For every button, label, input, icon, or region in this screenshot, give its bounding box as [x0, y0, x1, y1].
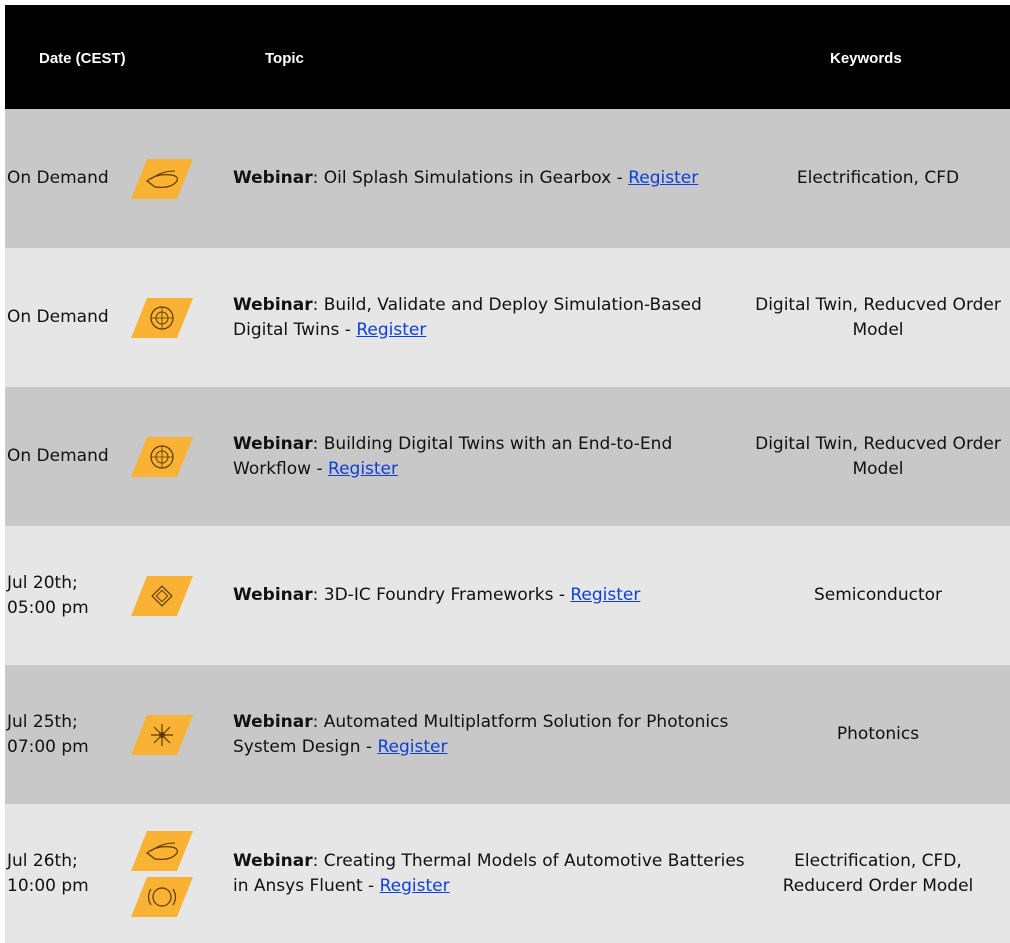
row-topic: Webinar: Building Digital Twins with an … — [233, 387, 753, 526]
gearbox-splash-icon — [131, 830, 193, 871]
topic-title: : 3D-IC Foundry Frameworks - — [312, 585, 571, 605]
table-row: On Demand Webinar: Building Digital Twins… — [5, 387, 1010, 526]
keywords-text: Digital Twin, Reducved Order Model — [755, 294, 1001, 340]
topic-type: Webinar — [233, 711, 313, 732]
register-link[interactable]: Register — [377, 737, 447, 757]
digital-twin-icon — [131, 297, 193, 338]
row-keywords: Photonics — [753, 665, 1003, 804]
row-icons — [131, 248, 201, 387]
topic-type: Webinar — [233, 168, 313, 188]
topic-type: Webinar — [233, 585, 313, 605]
row-keywords: Digital Twin, Reducved Order Model — [753, 248, 1003, 387]
row-icons — [131, 804, 201, 943]
row-topic: Webinar: Creating Thermal Models of Auto… — [233, 804, 753, 943]
row-date: On Demand — [7, 387, 109, 526]
row-date-line1: Jul 25th; — [7, 711, 78, 732]
keywords-text: Semiconductor — [813, 585, 943, 605]
row-icons — [131, 387, 201, 526]
header-keywords: Keywords — [830, 50, 902, 67]
row-keywords: Semiconductor — [753, 526, 1003, 665]
register-link[interactable]: Register — [570, 585, 640, 605]
keywords-text: Photonics — [836, 724, 920, 744]
row-icons — [131, 526, 201, 665]
row-topic: Webinar: Build, Validate and Deploy Simu… — [233, 248, 753, 387]
row-date-line2: 05:00 pm — [7, 597, 89, 618]
row-date-line1: On Demand — [7, 446, 109, 466]
register-link[interactable]: Register — [356, 320, 426, 340]
row-date: Jul 26th; 10:00 pm — [7, 804, 89, 943]
row-date-line2: 10:00 pm — [7, 875, 89, 896]
row-date-line1: Jul 20th; — [7, 572, 78, 593]
webinar-table: Date (CEST) Topic Keywords On Demand Webi… — [5, 5, 1010, 943]
keywords-text: Electrification, CFD, Reducerd Order Mod… — [782, 850, 974, 896]
row-keywords: Electrification, CFD — [753, 109, 1003, 248]
header-topic: Topic — [265, 50, 304, 67]
register-link[interactable]: Register — [628, 168, 698, 188]
row-keywords: Electrification, CFD, Reducerd Order Mod… — [753, 804, 1003, 943]
table-row: On Demand Webinar: Oil Splash Simulations… — [5, 109, 1010, 248]
row-date-line1: On Demand — [7, 307, 109, 327]
row-date-line1: Jul 26th; — [7, 850, 78, 871]
row-date: On Demand — [7, 248, 109, 387]
table-row: On Demand Webinar: Build, Validate and De… — [5, 248, 1010, 387]
table-row: Jul 25th; 07:00 pm Webinar: Automated Mult… — [5, 665, 1010, 804]
row-topic: Webinar: 3D-IC Foundry Frameworks - Regi… — [233, 526, 753, 665]
table-row: Jul 26th; 10:00 pm Webinar: Creating Therm… — [5, 804, 1010, 943]
topic-type: Webinar — [233, 433, 313, 454]
header-date: Date (CEST) — [39, 50, 126, 67]
table-body: On Demand Webinar: Oil Splash Simulations… — [5, 109, 1010, 943]
topic-type: Webinar — [233, 294, 313, 315]
row-topic: Webinar: Oil Splash Simulations in Gearb… — [233, 109, 753, 248]
semiconductor-chip-icon — [131, 575, 193, 616]
keywords-text: Digital Twin, Reducved Order Model — [755, 433, 1001, 479]
row-icons — [131, 109, 201, 248]
reduced-order-model-icon — [131, 876, 193, 917]
digital-twin-icon — [131, 436, 193, 477]
topic-title: : Oil Splash Simulations in Gearbox - — [312, 168, 629, 188]
table-row: Jul 20th; 05:00 pm Webinar: 3D-IC Foundry … — [5, 526, 1010, 665]
register-link[interactable]: Register — [380, 876, 450, 896]
photonics-burst-icon — [131, 714, 193, 755]
row-date: Jul 20th; 05:00 pm — [7, 526, 89, 665]
row-date-line1: On Demand — [7, 168, 109, 188]
row-icons — [131, 665, 201, 804]
table-header: Date (CEST) Topic Keywords — [5, 5, 1010, 109]
row-keywords: Digital Twin, Reducved Order Model — [753, 387, 1003, 526]
row-topic: Webinar: Automated Multiplatform Solutio… — [233, 665, 753, 804]
row-date: Jul 25th; 07:00 pm — [7, 665, 89, 804]
register-link[interactable]: Register — [328, 459, 398, 479]
row-date: On Demand — [7, 109, 109, 248]
row-date-line2: 07:00 pm — [7, 736, 89, 757]
keywords-text: Electrification, CFD — [796, 168, 960, 188]
topic-type: Webinar — [233, 850, 313, 871]
gearbox-splash-icon — [131, 158, 193, 199]
